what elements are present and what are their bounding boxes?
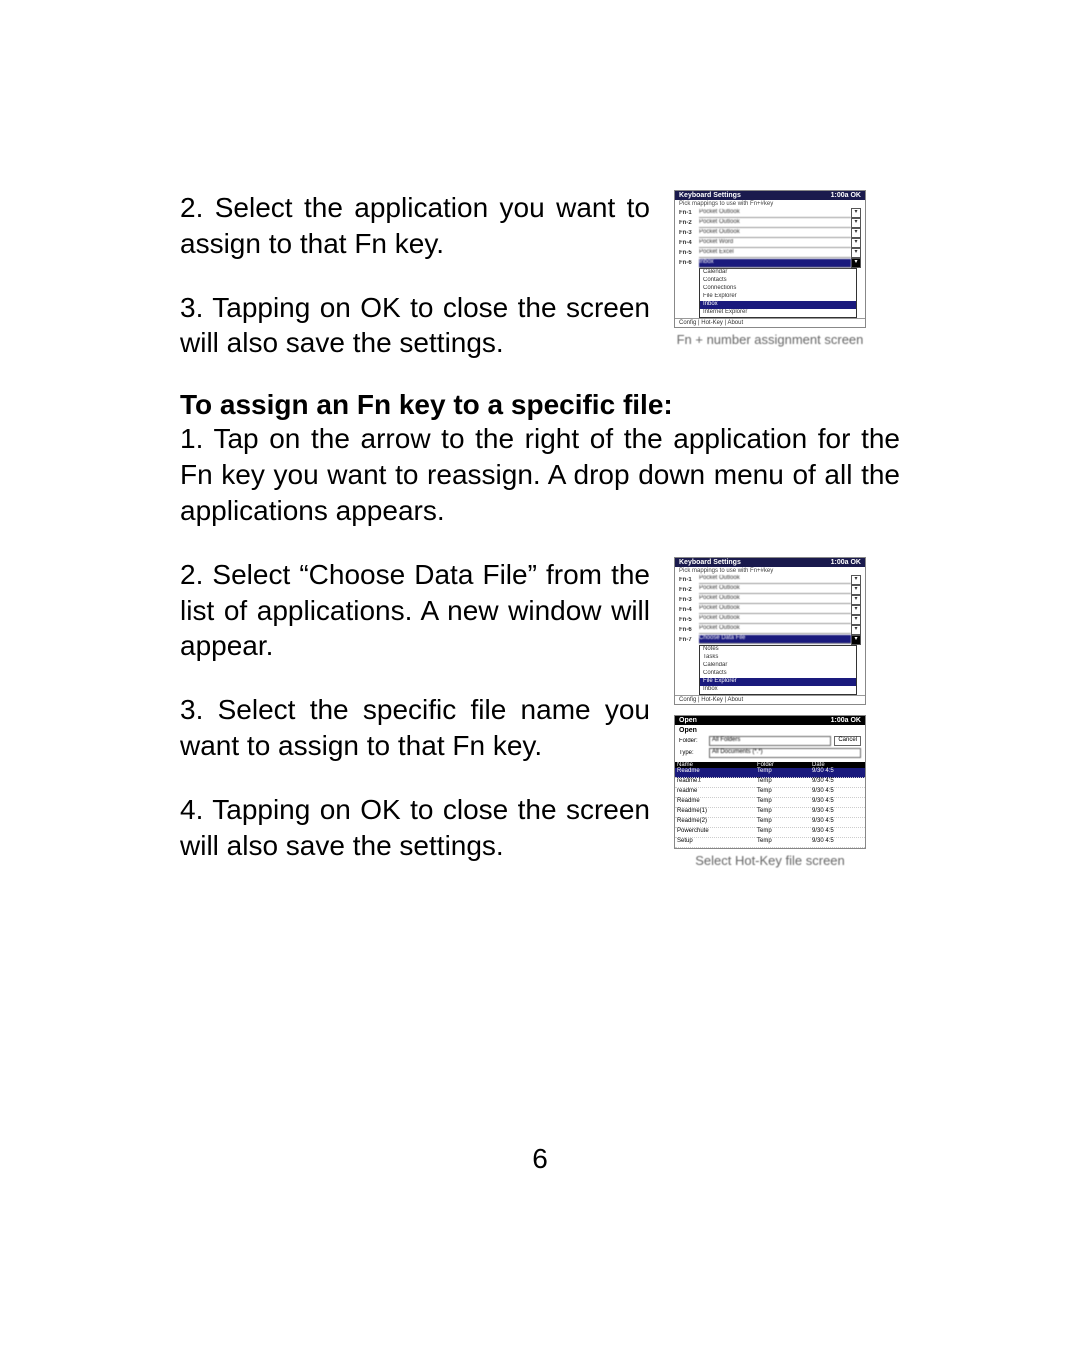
- fs1-dropdown[interactable]: Calendar Contacts Connections File Explo…: [699, 268, 857, 318]
- fs2-dropdown[interactable]: Notes Tasks Calendar Contacts File Explo…: [699, 645, 857, 695]
- para-2: 2. Select the application you want to as…: [180, 190, 650, 262]
- text-col-1: 2. Select the application you want to as…: [180, 190, 650, 361]
- fs1-title: Keyboard Settings: [679, 192, 741, 199]
- screenshot-choose-data-file: Keyboard Settings 1:00a OK Pick mappings…: [674, 557, 866, 705]
- block-2: 2. Select “Choose Data File” from the li…: [180, 557, 900, 868]
- page-number: 6: [0, 1143, 1080, 1175]
- fs1-subtitle: Pick mappings to use with Fn+#key: [675, 200, 865, 208]
- fs1-title-right: 1:00a OK: [831, 192, 861, 199]
- fs1-bottom: Config | Hot-Key | About: [675, 318, 865, 327]
- screenshot-fn-assignment: Keyboard Settings 1:00a OK Pick mappings…: [674, 190, 866, 328]
- cancel-button[interactable]: Cancel: [834, 736, 861, 746]
- figure-1: Keyboard Settings 1:00a OK Pick mappings…: [670, 190, 870, 347]
- figure-3-caption: Select Hot-Key file screen: [695, 853, 845, 868]
- heading-assign-file: To assign an Fn key to a specific file:: [180, 389, 900, 421]
- figure-2-3-col: Keyboard Settings 1:00a OK Pick mappings…: [670, 557, 870, 868]
- para-choose-data-file: 2. Select “Choose Data File” from the li…: [180, 557, 650, 664]
- para-select-file: 3. Select the specific file name you wan…: [180, 692, 650, 764]
- para-tap-ok-file: 4. Tapping on OK to close the screen wil…: [180, 792, 650, 864]
- figure-1-caption: Fn + number assignment screen: [677, 332, 864, 347]
- para-1-file: 1. Tap on the arrow to the right of the …: [180, 421, 900, 528]
- block-1: 2. Select the application you want to as…: [180, 190, 900, 361]
- screenshot-select-file: Open 1:00a OK Open Folder: All Folders C…: [674, 715, 866, 849]
- content-area: 2. Select the application you want to as…: [180, 190, 900, 868]
- text-col-2: 2. Select “Choose Data File” from the li…: [180, 557, 650, 864]
- page: 2. Select the application you want to as…: [0, 0, 1080, 1355]
- para-3: 3. Tapping on OK to close the screen wil…: [180, 290, 650, 362]
